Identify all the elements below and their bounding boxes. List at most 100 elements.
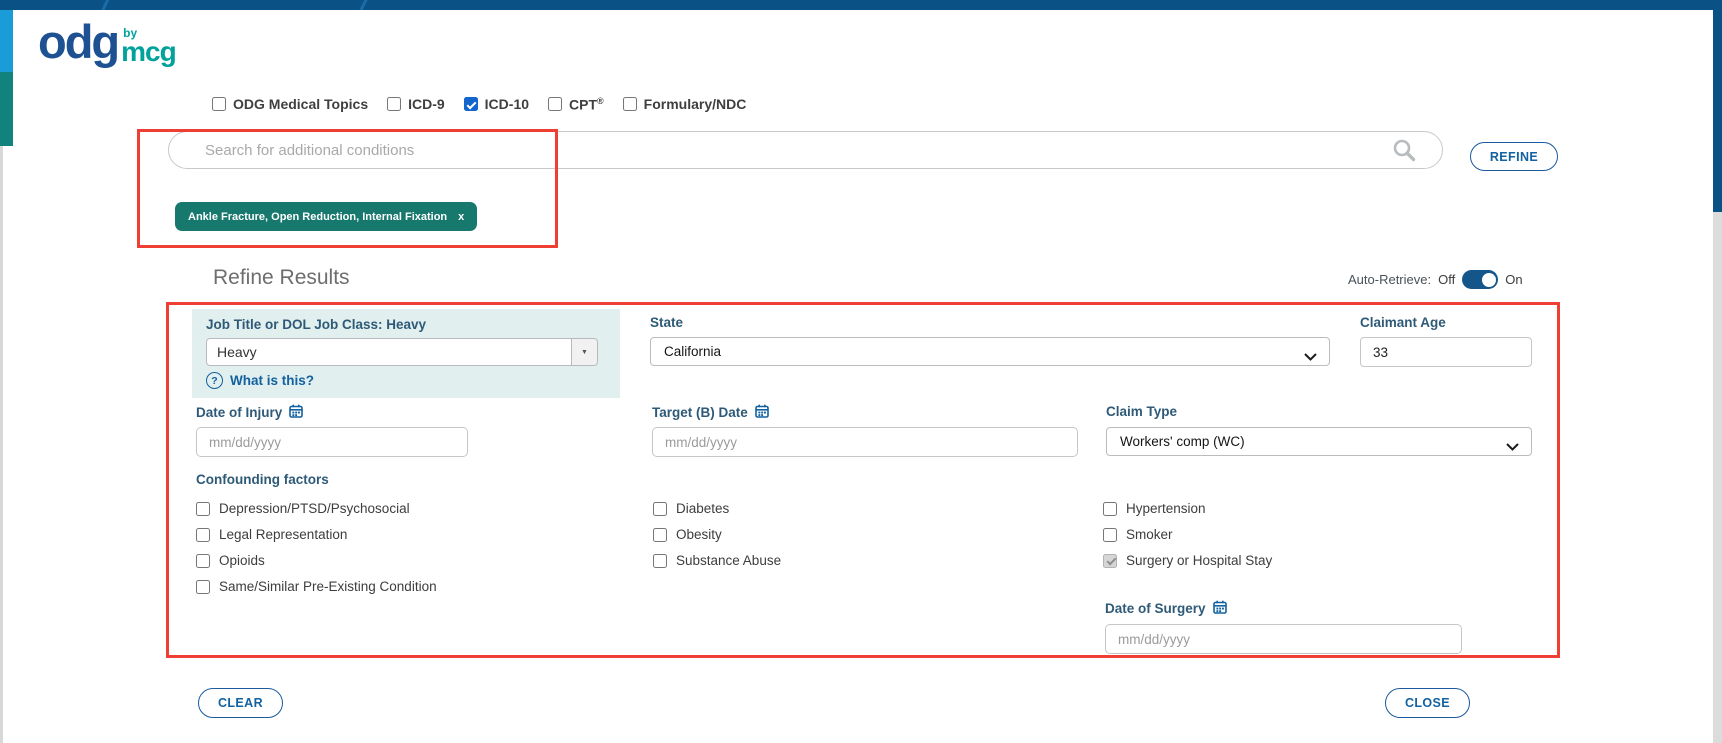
checkbox-icon[interactable] <box>196 502 210 516</box>
checkbox-label: Opioids <box>219 553 265 568</box>
checkbox-substance-abuse[interactable]: Substance Abuse <box>653 552 781 569</box>
search-scope-row: ODG Medical Topics ICD-9 ICD-10 CPT® For… <box>212 96 746 113</box>
nav-checkbox-icd10[interactable]: ICD-10 <box>464 96 529 112</box>
scrollbar-thumb[interactable] <box>1713 10 1722 212</box>
confounding-column-1: Depression/PTSD/Psychosocial Legal Repre… <box>196 500 437 604</box>
nav-checkbox-label: ODG Medical Topics <box>233 96 368 112</box>
nav-checkbox-icd9[interactable]: ICD-9 <box>387 96 445 112</box>
checkbox-label: Smoker <box>1126 527 1173 542</box>
checkbox-obesity[interactable]: Obesity <box>653 526 781 543</box>
confounding-factors-label: Confounding factors <box>196 472 329 487</box>
checkbox-icon[interactable] <box>196 580 210 594</box>
claimant-age-label: Claimant Age <box>1360 315 1446 330</box>
checkbox-surgery-or-hospital-stay: Surgery or Hospital Stay <box>1103 552 1272 569</box>
state-select-value: California <box>664 344 721 359</box>
nav-checkbox-label: ICD-9 <box>408 96 445 112</box>
job-class-value[interactable]: Heavy <box>206 338 572 366</box>
what-is-this-link[interactable]: ? What is this? <box>206 372 314 389</box>
search-bar <box>168 131 1443 169</box>
state-select[interactable]: California <box>650 337 1330 366</box>
job-class-label: Job Title or DOL Job Class: Heavy <box>206 317 426 332</box>
what-is-this-label: What is this? <box>230 373 314 388</box>
checkbox-same-similar-pre-existing-condition[interactable]: Same/Similar Pre-Existing Condition <box>196 578 437 595</box>
target-date-input[interactable] <box>652 427 1078 457</box>
checkbox-checked-disabled-icon <box>1103 554 1117 568</box>
auto-retrieve-on-label: On <box>1505 272 1522 287</box>
page: odg by mcg ODG Medical Topics ICD-9 ICD-… <box>0 0 1722 743</box>
date-of-surgery-label: Date of Surgery <box>1105 600 1227 617</box>
checkbox-label: Depression/PTSD/Psychosocial <box>219 501 410 516</box>
logo-odg-text: odg <box>38 18 118 65</box>
checkbox-label: Same/Similar Pre-Existing Condition <box>219 579 437 594</box>
nav-checkbox-cpt[interactable]: CPT® <box>548 96 604 113</box>
checkbox-icon[interactable] <box>196 554 210 568</box>
left-stripe-blue <box>0 10 13 72</box>
checkbox-icon[interactable] <box>196 528 210 542</box>
checkbox-icon[interactable] <box>1103 502 1117 516</box>
clear-button[interactable]: CLEAR <box>198 688 283 718</box>
checkbox-checked-icon[interactable] <box>464 97 478 111</box>
auto-retrieve-off-label: Off <box>1438 272 1455 287</box>
auto-retrieve-toggle[interactable] <box>1462 270 1498 289</box>
date-of-surgery-input[interactable] <box>1105 624 1462 654</box>
claim-type-select-value: Workers' comp (WC) <box>1120 434 1245 449</box>
condition-chip[interactable]: Ankle Fracture, Open Reduction, Internal… <box>175 202 477 231</box>
target-date-label: Target (B) Date <box>652 404 769 421</box>
checkbox-icon[interactable] <box>623 97 637 111</box>
help-question-icon[interactable]: ? <box>206 372 223 389</box>
chip-remove-icon[interactable]: x <box>458 211 464 223</box>
confounding-column-3: Hypertension Smoker Surgery or Hospital … <box>1103 500 1272 578</box>
search-input[interactable] <box>168 131 1443 169</box>
claimant-age-input[interactable] <box>1360 337 1532 367</box>
search-icon[interactable] <box>1391 137 1417 168</box>
checkbox-smoker[interactable]: Smoker <box>1103 526 1272 543</box>
toggle-knob[interactable] <box>1482 273 1496 287</box>
combobox-dropdown-icon[interactable]: ▼ <box>572 338 598 366</box>
checkbox-icon[interactable] <box>212 97 226 111</box>
checkbox-diabetes[interactable]: Diabetes <box>653 500 781 517</box>
nav-checkbox-formulary-ndc[interactable]: Formulary/NDC <box>623 96 747 112</box>
checkbox-opioids[interactable]: Opioids <box>196 552 437 569</box>
state-label: State <box>650 315 683 330</box>
checkbox-icon[interactable] <box>548 97 562 111</box>
refine-results-title: Refine Results <box>213 266 350 290</box>
checkbox-icon[interactable] <box>653 528 667 542</box>
job-class-panel: Job Title or DOL Job Class: Heavy Heavy … <box>192 309 620 398</box>
logo-mcg-text: mcg <box>121 39 176 64</box>
checkbox-label: Surgery or Hospital Stay <box>1126 553 1272 568</box>
registered-mark: ® <box>597 96 604 106</box>
date-of-injury-label: Date of Injury <box>196 404 303 421</box>
claim-type-select[interactable]: Workers' comp (WC) <box>1106 427 1532 456</box>
checkbox-icon[interactable] <box>653 554 667 568</box>
checkbox-label: Hypertension <box>1126 501 1206 516</box>
checkbox-icon[interactable] <box>387 97 401 111</box>
refine-button[interactable]: REFINE <box>1470 142 1558 171</box>
checkbox-label: Diabetes <box>676 501 729 516</box>
nav-checkbox-label: ICD-10 <box>485 96 529 112</box>
checkbox-label: Legal Representation <box>219 527 347 542</box>
claim-type-label: Claim Type <box>1106 404 1177 419</box>
confounding-column-2: Diabetes Obesity Substance Abuse <box>653 500 781 578</box>
auto-retrieve-control: Auto-Retrieve: Off On <box>1348 270 1523 289</box>
scrollbar-track[interactable] <box>1713 10 1722 743</box>
chevron-down-icon <box>1506 439 1519 454</box>
calendar-icon[interactable] <box>289 404 303 421</box>
nav-checkbox-odg-medical-topics[interactable]: ODG Medical Topics <box>212 96 368 112</box>
left-stripe-teal <box>0 72 13 146</box>
chevron-down-icon <box>1304 349 1317 364</box>
calendar-icon[interactable] <box>755 404 769 421</box>
checkbox-icon[interactable] <box>1103 528 1117 542</box>
job-class-combobox[interactable]: Heavy ▼ <box>206 338 598 366</box>
left-edge-line <box>0 146 3 743</box>
date-of-injury-input[interactable] <box>196 427 468 457</box>
close-button[interactable]: CLOSE <box>1385 688 1470 718</box>
nav-checkbox-label: Formulary/NDC <box>644 96 747 112</box>
checkbox-hypertension[interactable]: Hypertension <box>1103 500 1272 517</box>
odg-mcg-logo: odg by mcg <box>38 18 176 65</box>
calendar-icon[interactable] <box>1213 600 1227 617</box>
checkbox-icon[interactable] <box>653 502 667 516</box>
checkbox-legal-representation[interactable]: Legal Representation <box>196 526 437 543</box>
condition-chip-label: Ankle Fracture, Open Reduction, Internal… <box>188 211 447 223</box>
checkbox-depression-ptsd-psychosocial[interactable]: Depression/PTSD/Psychosocial <box>196 500 437 517</box>
top-banner <box>0 0 1722 10</box>
